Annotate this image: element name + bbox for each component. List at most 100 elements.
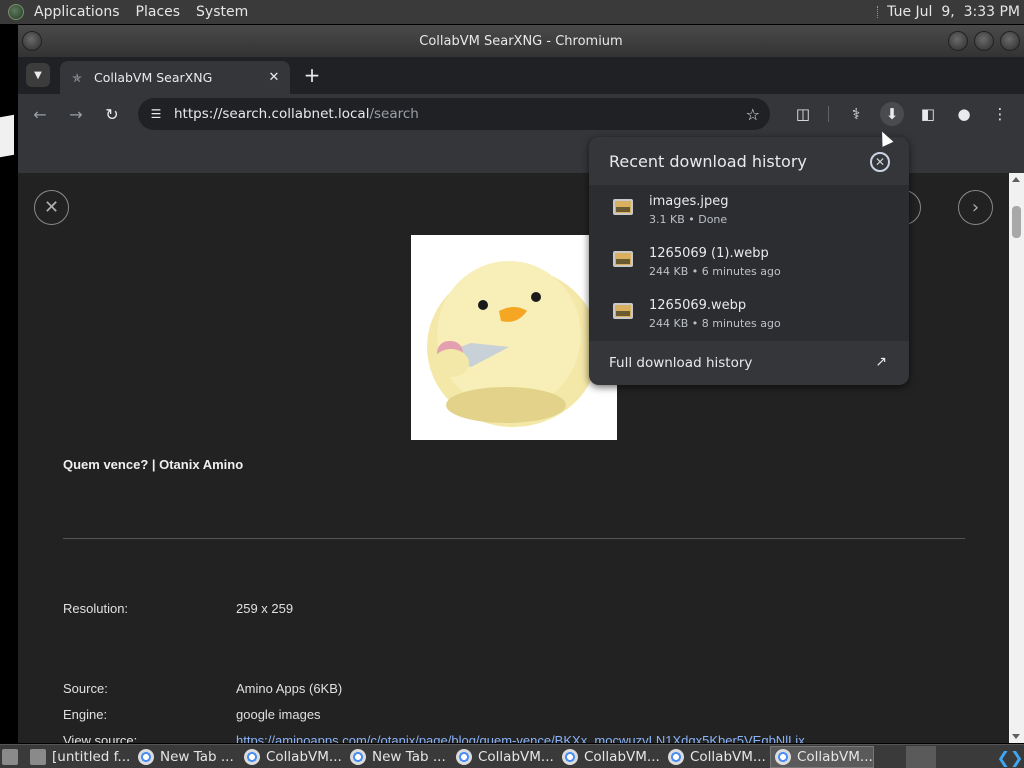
extensions-icon[interactable]: ◫ [791,102,815,126]
panel-clock[interactable]: Tue Jul 9, 3:33 PM [877,0,1020,24]
download-filename: images.jpeg [649,194,729,209]
side-panel-icon[interactable]: ◧ [916,102,940,126]
downloads-icon[interactable]: ⬇ [880,102,904,126]
next-result-button[interactable]: › [958,190,993,225]
full-download-history-label: Full download history [609,355,753,371]
download-item[interactable]: 1265069 (1).webp 244 KB • 6 minutes ago [589,237,909,289]
minimize-button[interactable] [948,31,968,51]
close-window-button[interactable] [1000,31,1020,51]
show-desktop-button[interactable] [0,746,24,768]
searxng-favicon-icon: ✯ [71,70,83,85]
clock-text: Tue Jul 9, 3:33 PM [887,4,1020,20]
taskbar-item[interactable]: CollabVM... [558,746,662,768]
desktop-background-strip [0,114,14,158]
places-menu[interactable]: Places [136,4,181,20]
taskbar-item-label: CollabVM... [797,748,873,765]
window-titlebar[interactable]: CollabVM SearXNG - Chromium [18,25,1024,57]
open-in-new-icon: ↗ [875,354,887,370]
arrow-right-icon: → [69,104,83,124]
labs-flask-icon[interactable]: ⚕ [844,102,868,126]
download-filename: 1265069.webp [649,298,747,313]
chromium-icon [562,748,578,765]
download-item[interactable]: images.jpeg 3.1 KB • Done [589,185,909,237]
taskbar-item[interactable]: New Tab ... [346,746,450,768]
scrollbar-thumb[interactable] [1012,206,1021,238]
download-bubble-title: Recent download history [609,151,807,171]
forward-button[interactable]: → [64,102,88,126]
chick-with-knife-image [411,235,617,440]
result-title: Quem vence? | Otanix Amino [63,457,244,472]
url-path: /search [369,106,419,122]
download-filename: 1265069 (1).webp [649,246,769,261]
system-tray: ❮❯ [906,745,1024,768]
close-preview-button[interactable]: ✕ [34,190,69,225]
taskbar: [untitled f... New Tab ... CollabVM... N… [0,744,1024,768]
window-menu-button[interactable] [22,31,42,51]
download-bubble: Recent download history ✕ images.jpeg 3.… [589,137,909,385]
site-info-icon[interactable]: ☰ [148,106,164,122]
tab-strip: ▼ ✯ CollabVM SearXNG ✕ + [18,57,1024,94]
scroll-down-icon[interactable] [1012,734,1020,739]
panel-separator [877,6,879,18]
full-download-history-link[interactable]: Full download history ↗ [589,341,909,385]
top-panel: Applications Places System Tue Jul 9, 3:… [0,0,1024,24]
result-image[interactable] [411,235,617,440]
applications-menu[interactable]: Applications [34,4,120,20]
taskbar-item-active[interactable]: CollabVM... [770,745,874,768]
close-tab-icon[interactable]: ✕ [266,69,282,85]
tab-collabvm-searxng[interactable]: ✯ CollabVM SearXNG ✕ [60,61,290,94]
address-bar[interactable]: ☰ https://search.collabnet.local/search … [138,98,770,130]
taskbar-item[interactable]: New Tab ... [134,746,238,768]
menu-kebab-icon[interactable]: ⋮ [988,102,1012,126]
image-file-icon [613,251,633,267]
chromium-icon [456,748,472,765]
chromium-icon [244,748,260,765]
engine-label: Engine: [63,707,108,722]
taskbar-item-label: CollabVM... [478,748,554,765]
source-value: Amino Apps (6KB) [236,681,343,696]
chromium-icon [913,749,929,765]
profile-avatar-icon[interactable]: ● [952,102,976,126]
back-button[interactable]: ← [28,102,52,126]
download-meta: 244 KB • 6 minutes ago [649,265,781,278]
tray-chromium-button[interactable] [906,746,936,768]
window-title: CollabVM SearXNG - Chromium [419,33,623,49]
chromium-icon [668,748,684,765]
chromium-icon [350,748,366,765]
image-file-icon [613,199,633,215]
url-host: https://search.collabnet.local [174,106,370,122]
tab-search-button[interactable]: ▼ [26,63,50,87]
chevron-down-icon: ▼ [34,69,42,81]
taskbar-item-label: [untitled f... [52,748,131,765]
taskbar-item[interactable]: CollabVM... [664,746,768,768]
bookmark-star-icon[interactable]: ☆ [746,105,760,124]
taskbar-item[interactable]: [untitled f... [26,746,132,768]
desktop: Applications Places System Tue Jul 9, 3:… [0,0,1024,768]
page-scrollbar[interactable] [1009,173,1024,743]
desktop-icon [2,748,18,765]
taskbar-item[interactable]: CollabVM... [452,746,556,768]
new-tab-button[interactable]: + [300,63,324,87]
taskbar-item-label: CollabVM... [690,748,766,765]
meta-divider [63,538,965,539]
taskbar-item[interactable]: CollabVM... [240,746,344,768]
chromium-icon [138,748,154,765]
reload-icon: ↻ [105,104,119,124]
view-source-link[interactable]: https://aminoapps.com/c/otanix/page/blog… [236,733,805,743]
reload-button[interactable]: ↻ [100,102,124,126]
maximize-button[interactable] [974,31,994,51]
arrow-left-icon: ← [33,104,47,124]
engine-value: google images [236,707,321,722]
toolbar-separator [828,106,829,122]
vscode-icon[interactable]: ❮❯ [996,746,1024,768]
download-item[interactable]: 1265069.webp 244 KB • 8 minutes ago [589,289,909,341]
taskbar-item-label: New Tab ... [372,748,446,765]
system-menu[interactable]: System [196,4,248,20]
tab-label: CollabVM SearXNG [94,70,213,85]
taskbar-item-label: New Tab ... [160,748,234,765]
download-meta: 3.1 KB • Done [649,213,728,226]
gnome-foot-icon[interactable] [8,4,24,20]
close-bubble-icon[interactable]: ✕ [870,152,890,172]
source-label: Source: [63,681,108,696]
scroll-up-icon[interactable] [1012,177,1020,182]
